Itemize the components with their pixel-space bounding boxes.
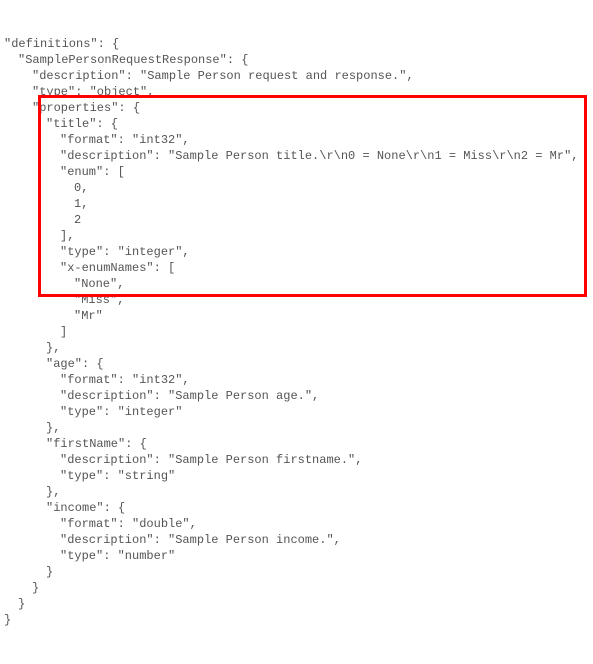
code-line: "description": "Sample Person firstname.… xyxy=(4,452,589,468)
code-line: } xyxy=(4,580,589,596)
code-line: "description": "Sample Person title.\r\n… xyxy=(4,148,589,164)
code-line: "format": "int32", xyxy=(4,372,589,388)
code-line: }, xyxy=(4,484,589,500)
code-line: } xyxy=(4,564,589,580)
code-line: 1, xyxy=(4,196,589,212)
code-line: "type": "number" xyxy=(4,548,589,564)
code-line: "description": "Sample Person request an… xyxy=(4,68,589,84)
code-line: 0, xyxy=(4,180,589,196)
code-line: "definitions": { xyxy=(4,36,589,52)
code-line: }, xyxy=(4,420,589,436)
code-line: 2 xyxy=(4,212,589,228)
code-line: "enum": [ xyxy=(4,164,589,180)
code-line: "description": "Sample Person income.", xyxy=(4,532,589,548)
code-line: "type": "integer", xyxy=(4,244,589,260)
code-line: "type": "integer" xyxy=(4,404,589,420)
code-line: ] xyxy=(4,324,589,340)
code-line: "type": "object", xyxy=(4,84,589,100)
code-line: "x-enumNames": [ xyxy=(4,260,589,276)
code-line: } xyxy=(4,612,589,628)
code-line: } xyxy=(4,596,589,612)
code-line: "properties": { xyxy=(4,100,589,116)
code-line: ], xyxy=(4,228,589,244)
code-line: "Mr" xyxy=(4,308,589,324)
code-line: "SamplePersonRequestResponse": { xyxy=(4,52,589,68)
code-line: "income": { xyxy=(4,500,589,516)
code-line: "Miss", xyxy=(4,292,589,308)
json-code-block: "definitions": {"SamplePersonRequestResp… xyxy=(0,0,593,664)
code-line: "None", xyxy=(4,276,589,292)
code-line: "firstName": { xyxy=(4,436,589,452)
code-lines: "definitions": {"SamplePersonRequestResp… xyxy=(4,36,589,628)
code-line: "title": { xyxy=(4,116,589,132)
code-line: }, xyxy=(4,340,589,356)
code-line: "type": "string" xyxy=(4,468,589,484)
code-line: "age": { xyxy=(4,356,589,372)
code-line: "description": "Sample Person age.", xyxy=(4,388,589,404)
code-line: "format": "int32", xyxy=(4,132,589,148)
code-line: "format": "double", xyxy=(4,516,589,532)
